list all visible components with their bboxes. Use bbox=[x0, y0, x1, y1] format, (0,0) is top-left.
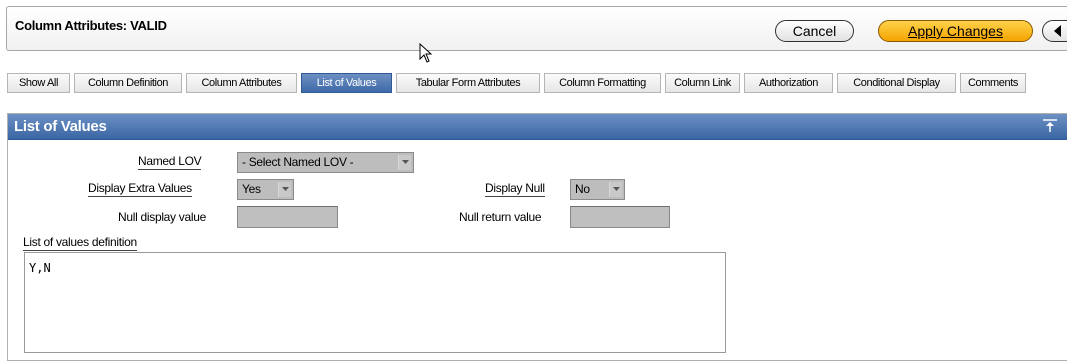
tab-authorization[interactable]: Authorization bbox=[744, 73, 833, 93]
display-null-select[interactable]: No bbox=[570, 179, 625, 200]
display-extra-values-value: Yes bbox=[242, 182, 261, 196]
page-title: Column Attributes: VALID bbox=[15, 18, 167, 33]
null-return-value-label: Null return value bbox=[459, 210, 542, 224]
previous-button[interactable] bbox=[1042, 20, 1067, 42]
apply-changes-button[interactable]: Apply Changes bbox=[878, 20, 1033, 42]
tab-column-attributes[interactable]: Column Attributes bbox=[186, 73, 297, 93]
tab-show-all[interactable]: Show All bbox=[7, 73, 70, 93]
dropdown-arrow-icon bbox=[278, 182, 291, 197]
collapse-button[interactable] bbox=[1039, 117, 1061, 135]
named-lov-label: Named LOV bbox=[138, 154, 202, 170]
page-header: Column Attributes: VALID Cancel Apply Ch… bbox=[6, 6, 1067, 51]
null-display-value-input[interactable] bbox=[237, 206, 338, 228]
cancel-button[interactable]: Cancel bbox=[775, 20, 854, 42]
named-lov-select[interactable]: - Select Named LOV - bbox=[237, 152, 414, 173]
null-display-value-label: Null display value bbox=[118, 210, 206, 224]
tab-column-link[interactable]: Column Link bbox=[665, 73, 740, 93]
tab-comments[interactable]: Comments bbox=[960, 73, 1026, 93]
tab-tabular-form-attributes[interactable]: Tabular Form Attributes bbox=[396, 73, 540, 93]
display-null-value: No bbox=[575, 182, 590, 196]
tab-list-of-values[interactable]: List of Values bbox=[301, 73, 392, 93]
lov-definition-textarea[interactable]: Y,N bbox=[24, 252, 726, 353]
tab-column-definition[interactable]: Column Definition bbox=[74, 73, 182, 93]
display-extra-values-label: Display Extra Values bbox=[88, 181, 192, 197]
chevron-left-icon bbox=[1054, 25, 1061, 37]
apply-changes-label: Apply Changes bbox=[908, 23, 1003, 39]
tab-column-formatting[interactable]: Column Formatting bbox=[544, 73, 661, 93]
tab-conditional-display[interactable]: Conditional Display bbox=[837, 73, 956, 93]
collapse-top-icon bbox=[1043, 119, 1057, 132]
dropdown-arrow-icon bbox=[609, 182, 622, 197]
cursor-icon bbox=[419, 43, 433, 63]
dropdown-arrow-icon bbox=[398, 155, 411, 170]
named-lov-value: - Select Named LOV - bbox=[242, 155, 354, 169]
display-null-label: Display Null bbox=[485, 181, 545, 197]
region-title: List of Values bbox=[14, 118, 107, 135]
region-header: List of Values bbox=[8, 114, 1067, 140]
display-extra-values-select[interactable]: Yes bbox=[237, 179, 294, 200]
list-of-values-region: List of Values Named LOV - Select Named … bbox=[7, 113, 1067, 361]
lov-definition-label: List of values definition bbox=[23, 235, 137, 251]
null-return-value-input[interactable] bbox=[570, 206, 670, 228]
